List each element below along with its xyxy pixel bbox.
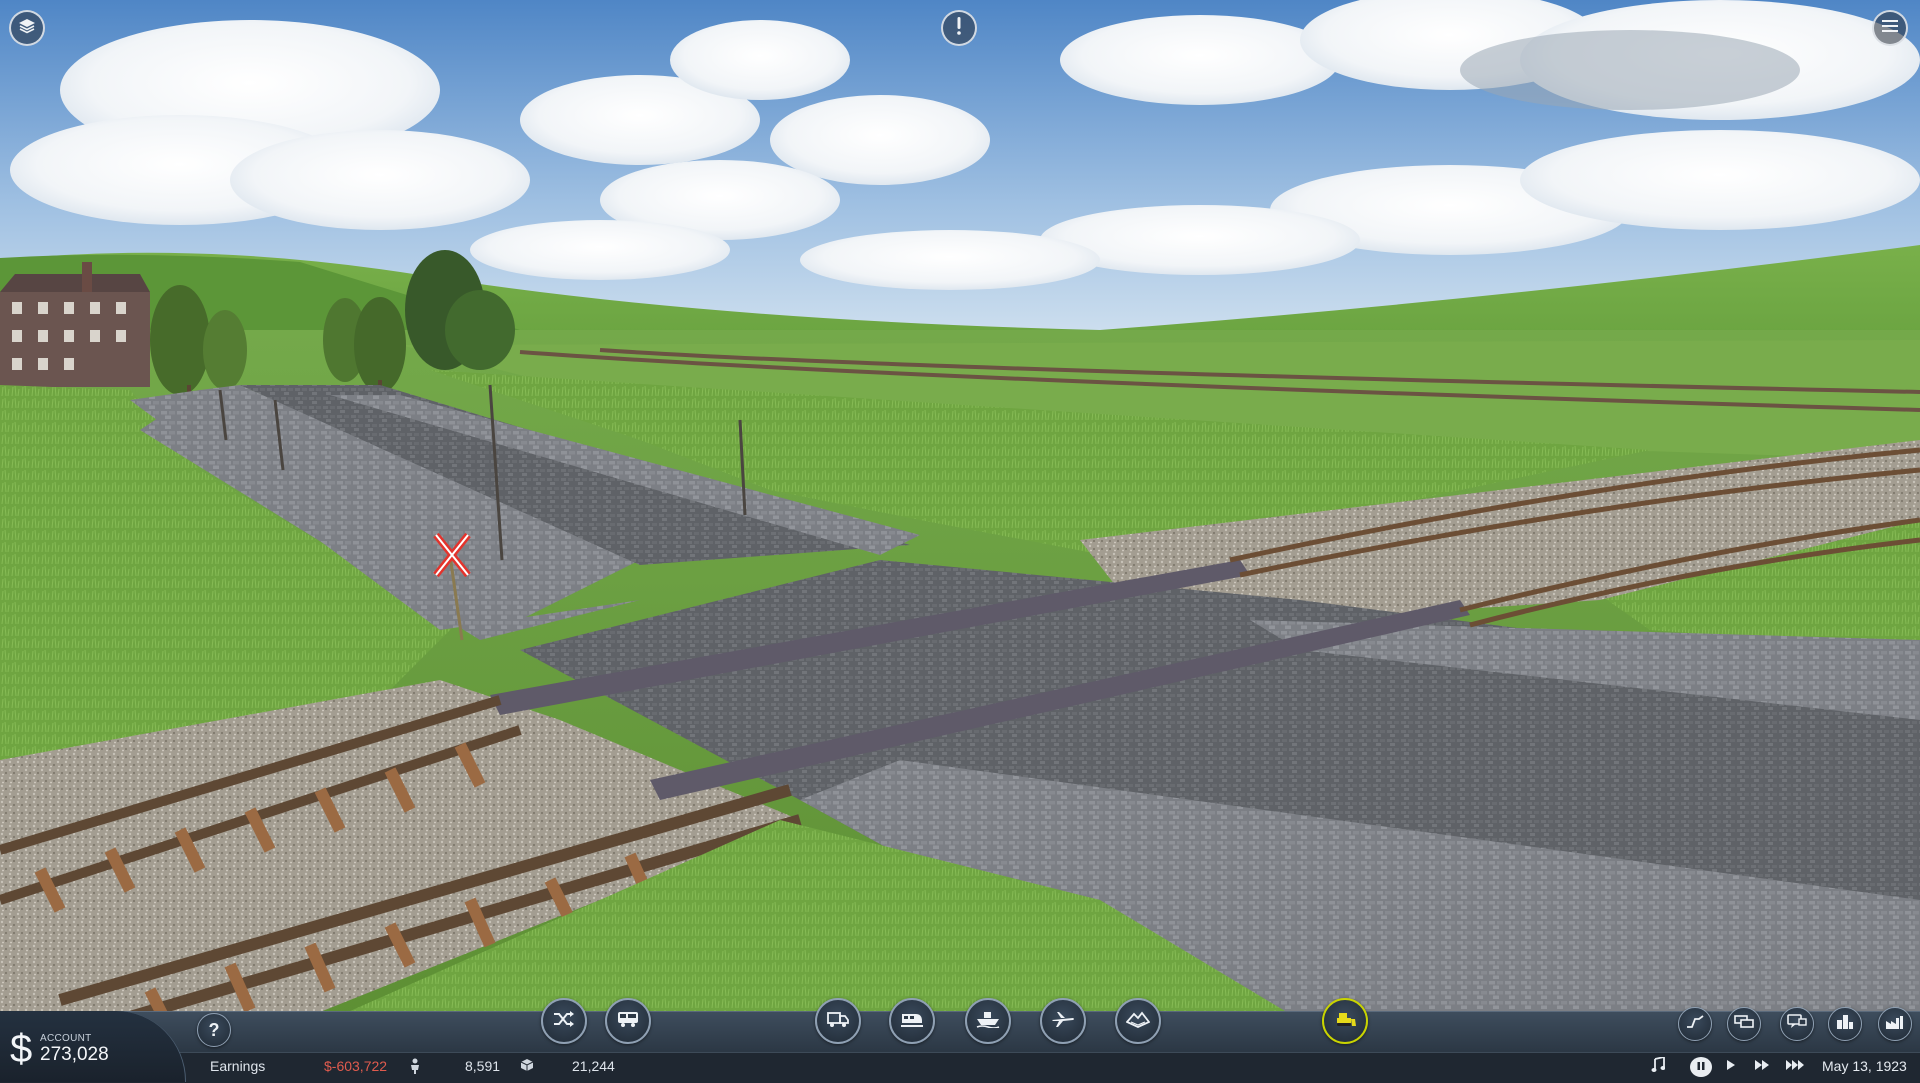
air-tool-button[interactable] xyxy=(1040,998,1086,1044)
train-icon xyxy=(900,1010,924,1033)
music-note-icon xyxy=(1651,1055,1666,1078)
play-speed-3-button[interactable] xyxy=(1782,1057,1808,1077)
cargo-icon xyxy=(520,1058,536,1074)
hud-toolbar-strip xyxy=(0,1011,1920,1053)
account-balance: 273,028 xyxy=(40,1044,109,1065)
airplane-icon xyxy=(1051,1010,1075,1033)
music-button[interactable] xyxy=(1649,1055,1667,1078)
cargo-transported: 21,244 xyxy=(572,1058,615,1074)
pause-button[interactable] xyxy=(1690,1057,1712,1077)
game-viewport[interactable] xyxy=(0,0,1920,1082)
statistics-button[interactable] xyxy=(1678,1007,1712,1041)
pause-icon xyxy=(1696,1058,1706,1076)
city-icon xyxy=(1836,1014,1854,1035)
play-speed-1-button[interactable] xyxy=(1723,1057,1739,1077)
layers-button[interactable] xyxy=(9,10,45,46)
play-speed-2-button[interactable] xyxy=(1751,1057,1773,1077)
alert-button[interactable] xyxy=(941,10,977,46)
speech-icon xyxy=(1787,1013,1807,1035)
hamburger-menu-icon xyxy=(1882,19,1898,38)
factory-icon xyxy=(1885,1014,1905,1035)
road-tool-button[interactable] xyxy=(815,998,861,1044)
chart-line-icon xyxy=(1686,1014,1704,1034)
line-manager-button[interactable] xyxy=(541,998,587,1044)
help-label: ? xyxy=(208,1019,220,1040)
ship-icon xyxy=(976,1010,1000,1033)
fast-forward-icon xyxy=(1754,1058,1770,1076)
industries-button[interactable] xyxy=(1878,1007,1912,1041)
play-icon xyxy=(1726,1058,1736,1076)
earnings-value: $-603,722 xyxy=(324,1058,388,1074)
terrain-icon xyxy=(1125,1010,1151,1033)
terrain-tool-button[interactable] xyxy=(1115,998,1161,1044)
account-label: ACCOUNT xyxy=(40,1033,92,1044)
bottom-hud: $ ACCOUNT 273,028 ? Earnings $-603,722 8… xyxy=(0,998,1920,1083)
passenger-icon xyxy=(409,1058,425,1074)
main-menu-button[interactable] xyxy=(1872,10,1908,46)
game-date: May 13, 1923 xyxy=(1822,1058,1907,1074)
exclamation-icon xyxy=(956,16,962,40)
bulldozer-button[interactable] xyxy=(1322,998,1368,1044)
fastest-forward-icon xyxy=(1785,1058,1805,1076)
truck-icon xyxy=(827,1010,849,1033)
vehicles-list-button[interactable] xyxy=(1727,1007,1761,1041)
shuffle-icon xyxy=(553,1010,575,1033)
wagons-icon xyxy=(1734,1014,1754,1034)
bus-icon xyxy=(617,1010,639,1033)
hud-status-strip xyxy=(0,1052,1920,1083)
help-button[interactable]: ? xyxy=(197,1013,231,1047)
layers-icon xyxy=(18,18,36,39)
cities-button[interactable] xyxy=(1828,1007,1862,1041)
account-currency-symbol: $ xyxy=(10,1027,33,1071)
bulldozer-icon xyxy=(1333,1010,1357,1033)
passengers-transported: 8,591 xyxy=(465,1058,501,1074)
messages-button[interactable] xyxy=(1780,1007,1814,1041)
rail-tool-button[interactable] xyxy=(889,998,935,1044)
water-tool-button[interactable] xyxy=(965,998,1011,1044)
vehicle-manager-button[interactable] xyxy=(605,998,651,1044)
earnings-label: Earnings xyxy=(210,1058,266,1074)
